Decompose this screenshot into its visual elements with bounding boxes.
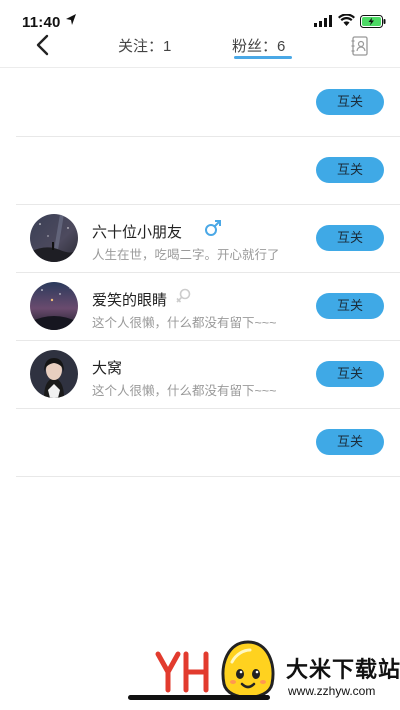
home-indicator (128, 695, 270, 700)
battery-charging-icon (360, 15, 386, 28)
avatar[interactable] (30, 214, 78, 262)
fan-bio: 人生在世，吃喝二字。开心就行了 (92, 248, 280, 262)
fan-bio: 这个人很懒，什么都没有留下~~~ (92, 316, 277, 330)
mutual-follow-button[interactable]: 互关 (316, 225, 384, 251)
location-arrow-icon (66, 14, 76, 25)
mutual-follow-button[interactable]: 互关 (316, 429, 384, 455)
wifi-icon (338, 14, 355, 26)
list-item[interactable]: 互关 (16, 137, 400, 205)
tab-selected-indicator (234, 56, 292, 59)
mutual-follow-button[interactable]: 互关 (316, 293, 384, 319)
list-item[interactable]: 互关 (16, 409, 400, 477)
male-icon (205, 220, 221, 236)
tab-fans[interactable]: 粉丝：6 (232, 35, 285, 56)
signal-icon (314, 15, 332, 27)
watermark-title: 大米下载站 (286, 657, 400, 682)
fans-list: 互关 互关 六十位小朋友 人生在世，吃喝二字。开心就行了 互关 爱笑的眼睛 这个… (0, 69, 400, 477)
female-icon (176, 288, 191, 303)
list-item[interactable]: 大窝 这个人很懒，什么都没有留下~~~ 互关 (16, 341, 400, 409)
contacts-book-icon[interactable] (351, 36, 369, 56)
avatar[interactable] (30, 350, 78, 398)
yh-logo-icon (155, 651, 209, 693)
fan-bio: 这个人很懒，什么都没有留下~~~ (92, 384, 277, 398)
fan-name: 六十位小朋友 (92, 224, 183, 241)
mutual-follow-button[interactable]: 互关 (316, 89, 384, 115)
chevron-left-icon[interactable] (34, 34, 52, 56)
avatar[interactable] (30, 282, 78, 330)
nav-bar: 关注：1 粉丝：6 (0, 28, 400, 68)
list-item[interactable]: 爱笑的眼睛 这个人很懒，什么都没有留下~~~ 互关 (16, 273, 400, 341)
watermark-url: www.zzhyw.com (288, 684, 376, 698)
list-item[interactable]: 互关 (16, 69, 400, 137)
mutual-follow-button[interactable]: 互关 (316, 157, 384, 183)
list-item[interactable]: 六十位小朋友 人生在世，吃喝二字。开心就行了 互关 (16, 205, 400, 273)
mutual-follow-button[interactable]: 互关 (316, 361, 384, 387)
fan-name: 大窝 (92, 360, 123, 377)
tab-following[interactable]: 关注：1 (118, 35, 171, 56)
fan-name: 爱笑的眼睛 (92, 292, 168, 309)
